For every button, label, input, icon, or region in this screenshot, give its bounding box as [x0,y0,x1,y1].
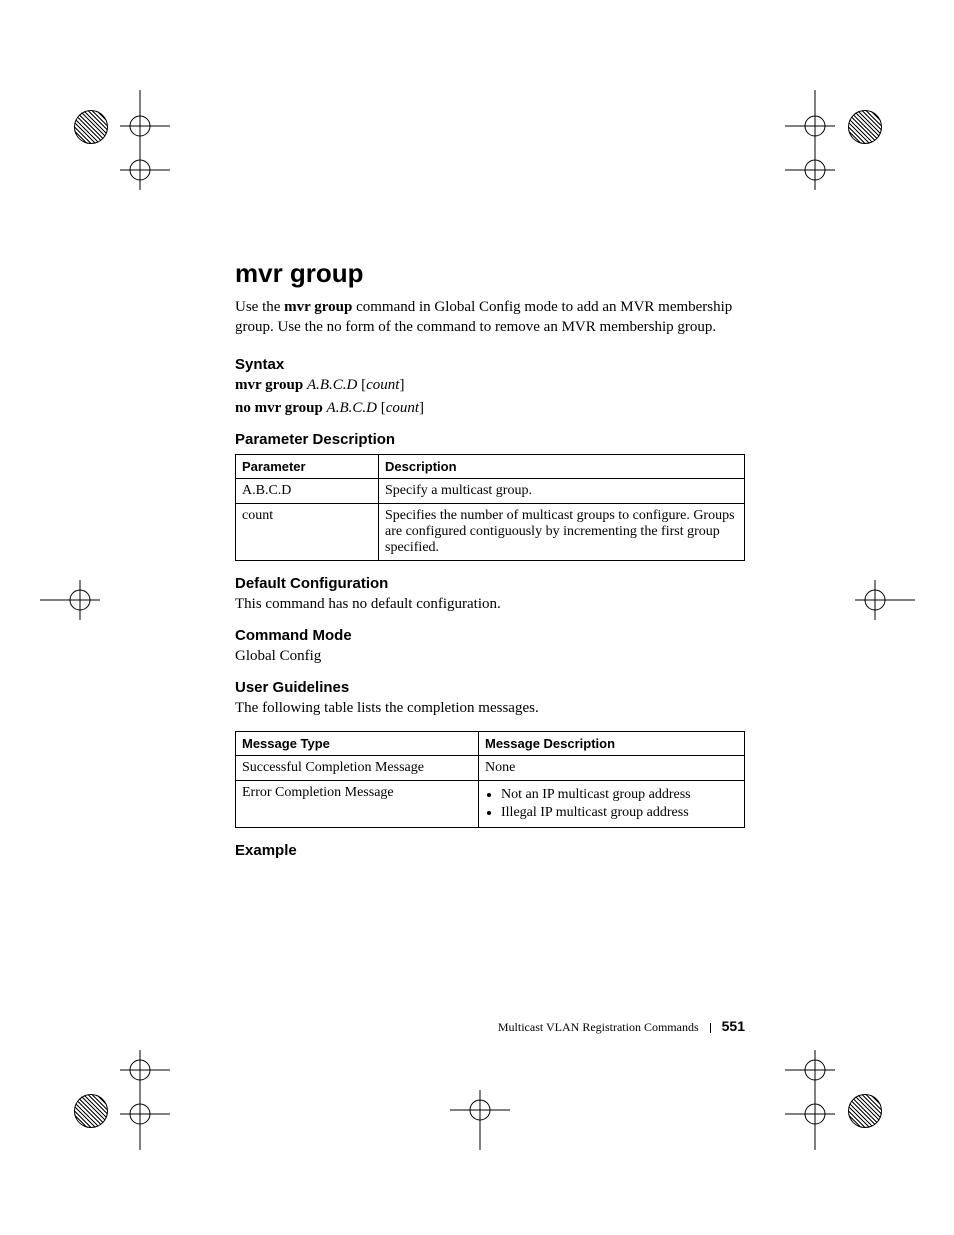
table-cell: Not an IP multicast group address Illega… [479,780,745,827]
bullet-list: Not an IP multicast group address Illega… [485,787,738,821]
text: [ [377,400,386,416]
table-cell: Specify a multicast group. [379,478,745,503]
text: Use the [235,299,284,315]
body-text: The following table lists the completion… [235,700,745,717]
table-cell: Successful Completion Message [236,755,479,780]
table-cell: Specifies the number of multicast groups… [379,503,745,560]
table-row: A.B.C.D Specify a multicast group. [236,478,745,503]
section-heading-syntax: Syntax [235,356,745,373]
syntax-arg: count [366,377,399,393]
intro-text: Use the mvr group command in Global Conf… [235,297,745,338]
section-heading-example: Example [235,842,745,859]
table-header-row: Message Type Message Description [236,731,745,755]
syntax-line: mvr group A.B.C.D [count] [235,377,745,394]
section-heading-user-guidelines: User Guidelines [235,679,745,696]
table-header: Description [379,454,745,478]
table-row: Error Completion Message Not an IP multi… [236,780,745,827]
parameter-table: Parameter Description A.B.C.D Specify a … [235,454,745,561]
table-row: count Specifies the number of multicast … [236,503,745,560]
table-row: Successful Completion Message None [236,755,745,780]
registration-mark [40,580,100,620]
section-heading-default-configuration: Default Configuration [235,575,745,592]
syntax-arg: A.B.C.D [307,377,357,393]
registration-mark [755,90,835,190]
table-header: Parameter [236,454,379,478]
table-cell: count [236,503,379,560]
table-header: Message Description [479,731,745,755]
message-table: Message Type Message Description Success… [235,731,745,828]
table-header-row: Parameter Description [236,454,745,478]
registration-mark [120,1050,200,1150]
body-text: This command has no default configuratio… [235,596,745,613]
footer-separator [710,1023,711,1033]
registration-mark [120,90,200,190]
hatched-circle-tr [848,110,882,144]
registration-mark [755,1050,835,1150]
table-cell: Error Completion Message [236,780,479,827]
hatched-circle-br [848,1094,882,1128]
list-item: Not an IP multicast group address [501,787,738,803]
hatched-circle-bl [74,1094,108,1128]
text: [ [357,377,366,393]
text: ] [419,400,424,416]
footer-chapter: Multicast VLAN Registration Commands [498,1020,699,1034]
section-heading-parameter-description: Parameter Description [235,431,745,448]
footer-page-number: 551 [722,1018,745,1034]
command-name-inline: mvr group [284,299,352,315]
text: ] [399,377,404,393]
table-header: Message Type [236,731,479,755]
syntax-line: no mvr group A.B.C.D [count] [235,400,745,417]
body-text: Global Config [235,648,745,665]
table-cell: A.B.C.D [236,478,379,503]
command-title: mvr group [235,258,745,289]
registration-mark [855,580,915,620]
table-cell: None [479,755,745,780]
hatched-circle-tl [74,110,108,144]
page-content: mvr group Use the mvr group command in G… [235,258,745,863]
syntax-arg: A.B.C.D [327,400,377,416]
syntax-arg: count [386,400,419,416]
section-heading-command-mode: Command Mode [235,627,745,644]
registration-mark [450,1090,510,1150]
syntax-cmd: no mvr group [235,400,327,416]
syntax-cmd: mvr group [235,377,307,393]
list-item: Illegal IP multicast group address [501,805,738,821]
page-footer: Multicast VLAN Registration Commands 551 [235,1018,745,1035]
